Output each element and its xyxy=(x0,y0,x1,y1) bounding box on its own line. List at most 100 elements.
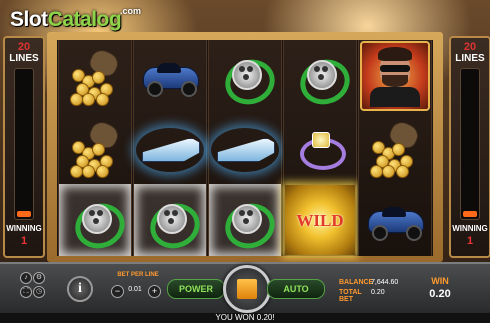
reel-cell xyxy=(59,40,131,112)
power-button[interactable]: POWER xyxy=(167,279,225,299)
coin-shape xyxy=(370,165,383,178)
reel-column xyxy=(58,40,132,256)
total-bet-value: 0.20 xyxy=(371,289,385,296)
bet-increase-button[interactable]: + xyxy=(148,285,161,298)
coin-shape xyxy=(70,165,83,178)
meter-fill xyxy=(17,211,31,217)
watch-dial xyxy=(239,66,245,72)
meter-tube xyxy=(14,68,34,220)
info-button[interactable]: i xyxy=(67,276,93,302)
coin-shape xyxy=(96,93,109,106)
diamond-ring-icon xyxy=(296,128,346,170)
spin-button[interactable] xyxy=(223,265,271,313)
coin-shape xyxy=(392,143,405,156)
coin-shape xyxy=(70,93,83,106)
car-wheel xyxy=(147,81,163,97)
watch-dial xyxy=(318,74,324,80)
man-hair xyxy=(378,47,412,61)
reel-cell xyxy=(59,112,131,184)
meter-fill xyxy=(463,211,477,217)
history-icon[interactable]: ◷ xyxy=(33,286,45,298)
watch-dial xyxy=(247,66,253,72)
sports-car-icon xyxy=(366,203,424,241)
logo-part-2: Catalog xyxy=(47,8,122,31)
money-bag-icon xyxy=(68,46,122,106)
win-message: YOU WON 0.20! xyxy=(0,313,490,323)
coin-shape xyxy=(382,165,395,178)
left-lines-meter: 20 LINES WINNING 1 xyxy=(3,36,45,258)
speedboat-icon xyxy=(215,128,275,168)
man-glasses xyxy=(380,65,410,72)
lines-label: LINES xyxy=(9,53,39,64)
watch-dial xyxy=(93,218,99,224)
watch-icon xyxy=(218,50,282,112)
reel-cell xyxy=(359,112,431,184)
man-beard xyxy=(382,75,408,87)
watch-dial xyxy=(322,66,328,72)
watch-icon xyxy=(293,50,357,112)
bearded-man-icon xyxy=(360,41,430,111)
coin-shape xyxy=(92,143,105,156)
reel-column xyxy=(133,40,207,256)
coin-shape xyxy=(82,165,95,178)
total-bet-label: TOTAL BET xyxy=(339,289,362,303)
watch-dial xyxy=(172,210,178,216)
wild-text: WILD xyxy=(296,211,344,230)
winning-count: 1 xyxy=(466,235,474,247)
watch-dial xyxy=(168,218,174,224)
logo-suffix: .com xyxy=(120,6,142,16)
man-suit xyxy=(370,87,420,107)
reel-cell: WILD xyxy=(284,184,356,256)
lines-label: LINES xyxy=(455,53,485,64)
car-wheel xyxy=(181,81,197,97)
reel-cell xyxy=(359,40,431,112)
balance-value: 7,644.60 xyxy=(371,279,399,286)
right-lines-meter: 20 LINES WINNING 1 xyxy=(449,36,490,258)
winning-label: WINNING xyxy=(6,224,42,233)
bet-per-line-value: 0.01 xyxy=(128,286,142,293)
reel-cell xyxy=(209,112,281,184)
watch-icon xyxy=(68,194,132,256)
watch-icon xyxy=(218,194,282,256)
wild-symbol: WILD xyxy=(285,185,355,255)
car-wheel xyxy=(372,225,388,241)
logo-part-1: Slot xyxy=(10,8,48,31)
car-glass xyxy=(382,207,406,217)
lines-count: 20 xyxy=(463,41,477,53)
sports-car-icon xyxy=(141,59,199,97)
coin-shape xyxy=(96,165,109,178)
reel-cell xyxy=(284,112,356,184)
watch-dial xyxy=(89,210,95,216)
fullscreen-icon[interactable]: ⛶ xyxy=(20,286,32,298)
bet-decrease-button[interactable]: − xyxy=(111,285,124,298)
reel-column xyxy=(208,40,282,256)
watch-dial xyxy=(164,210,170,216)
win-label: WIN xyxy=(431,276,449,286)
watch-dial xyxy=(243,218,249,224)
winning-label: WINNING xyxy=(452,224,488,233)
reel-column xyxy=(358,40,432,256)
money-bag-icon xyxy=(368,118,422,178)
auto-button[interactable]: AUTO xyxy=(267,279,325,299)
reel-cell xyxy=(59,184,132,256)
car-wheel xyxy=(406,225,422,241)
ring-gem xyxy=(312,132,330,148)
watch-dial xyxy=(239,210,245,216)
win-value: 0.20 xyxy=(429,288,451,300)
watch-dial xyxy=(243,74,249,80)
speedboat-icon xyxy=(140,128,200,168)
balance-label: BALANCE xyxy=(339,279,374,286)
money-bag-icon xyxy=(68,118,122,178)
reel-cell xyxy=(134,184,207,256)
meter-tube xyxy=(460,68,480,220)
reel-cell xyxy=(284,40,357,112)
settings-icon[interactable]: ⚙ xyxy=(33,272,45,284)
coin-shape xyxy=(396,165,409,178)
reel-column: WILD xyxy=(283,40,357,256)
reel-cell xyxy=(209,40,282,112)
settings-icons: ♪ ⚙ ⛶ ◷ xyxy=(20,272,46,300)
car-glass xyxy=(157,63,181,73)
coin-shape xyxy=(82,93,95,106)
sound-icon[interactable]: ♪ xyxy=(20,272,32,284)
reel-cell xyxy=(359,184,431,256)
